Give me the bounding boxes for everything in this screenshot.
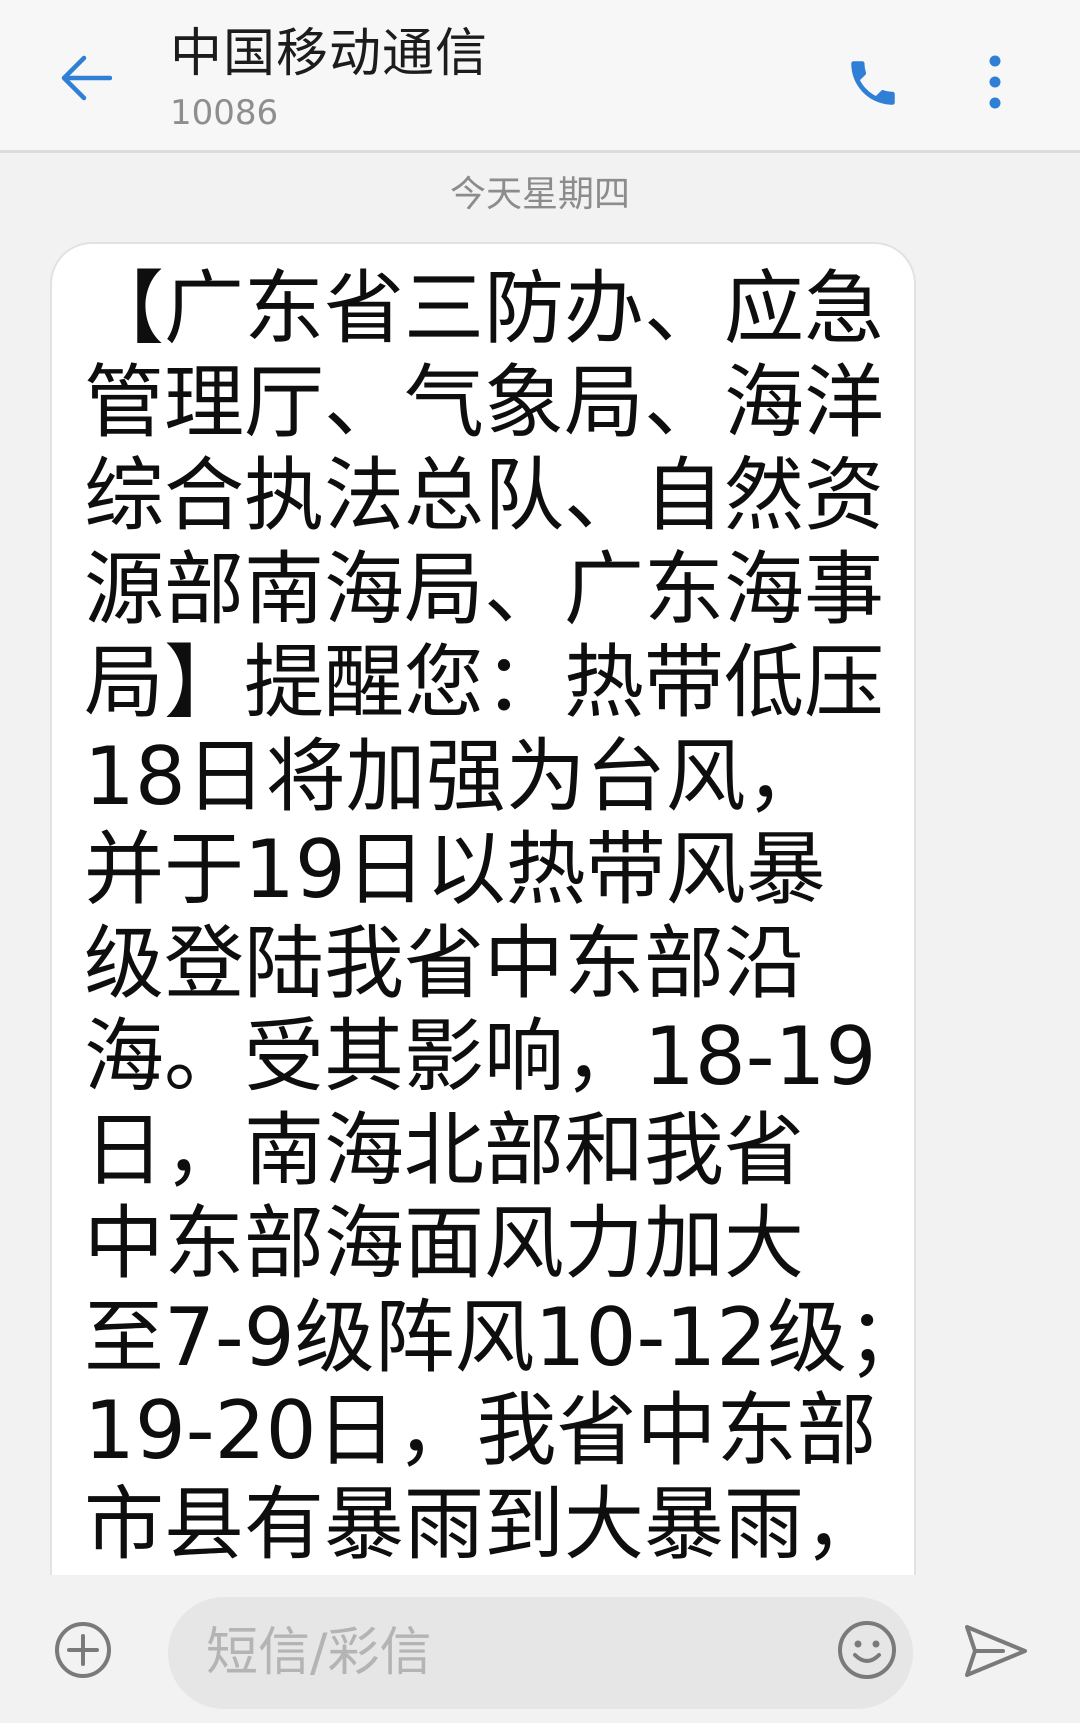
more-vertical-icon bbox=[988, 54, 1002, 114]
contact-name: 中国移动通信 bbox=[170, 24, 489, 84]
message-text: 【广东省三防办、应急 管理厅、气象局、海洋 综合执法总队、自然资 源部南海局、广… bbox=[84, 262, 928, 1571]
smiley-icon bbox=[836, 1619, 898, 1685]
message-input[interactable] bbox=[168, 1597, 913, 1709]
contact-number: 10086 bbox=[170, 93, 279, 133]
more-options-button[interactable] bbox=[970, 46, 1020, 122]
send-icon bbox=[963, 1621, 1029, 1685]
phone-icon bbox=[844, 54, 902, 116]
sms-conversation-screen: 中国移动通信 10086 今天星期四 【广东省三防办、应急 管理厅、气象局、海洋… bbox=[0, 0, 1080, 1723]
send-button[interactable] bbox=[958, 1615, 1034, 1691]
call-button[interactable] bbox=[838, 50, 908, 120]
emoji-button[interactable] bbox=[832, 1617, 902, 1687]
conversation-header: 中国移动通信 10086 bbox=[0, 0, 1080, 153]
plus-circle-icon bbox=[53, 1620, 113, 1684]
add-attachment-button[interactable] bbox=[50, 1619, 116, 1685]
contact-info[interactable]: 中国移动通信 10086 bbox=[170, 22, 488, 136]
arrow-left-icon bbox=[58, 54, 113, 106]
date-divider: 今天星期四 bbox=[449, 174, 630, 215]
message-composer bbox=[0, 1575, 1080, 1723]
back-button[interactable] bbox=[45, 40, 125, 120]
